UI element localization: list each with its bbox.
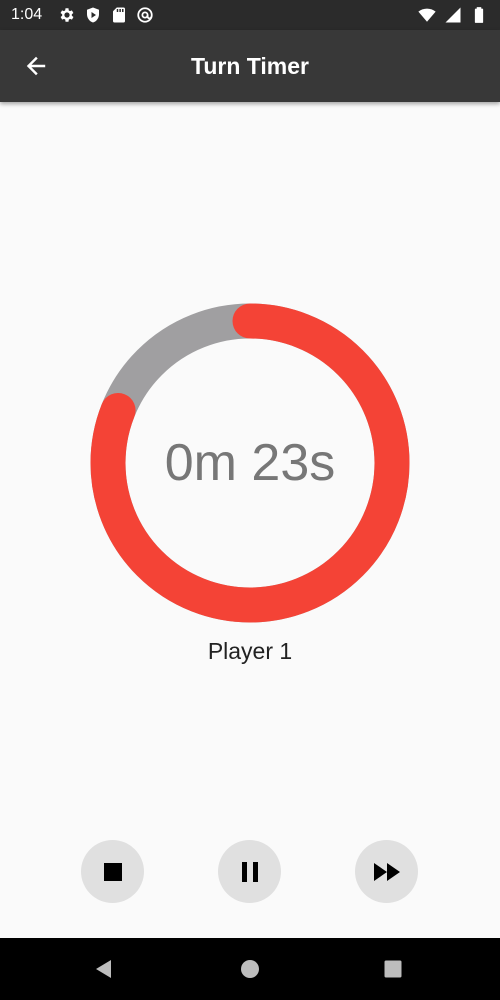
battery-icon	[474, 7, 484, 23]
timer-display: 0m 23s	[164, 434, 336, 492]
pause-button[interactable]	[218, 840, 281, 903]
arrow-left-icon	[26, 56, 46, 76]
player-name: Player 1	[207, 638, 293, 664]
pause-icon	[241, 861, 258, 882]
stop-button[interactable]	[81, 840, 144, 903]
shield-play-icon	[87, 7, 99, 23]
sd-card-icon	[113, 7, 125, 23]
nav-back-button[interactable]	[84, 949, 124, 989]
nav-home-button[interactable]	[230, 949, 270, 989]
back-triangle-icon	[96, 960, 111, 978]
back-button[interactable]	[14, 44, 58, 88]
wifi-icon	[418, 8, 436, 22]
at-sign-icon	[137, 7, 153, 23]
signal-icon	[445, 7, 461, 23]
stop-icon	[103, 862, 122, 881]
timer-ring: 0m 23s	[90, 303, 410, 623]
recents-square-icon	[384, 960, 402, 978]
screen: 1:04 Turn Timer 0m 23s Player 1	[0, 0, 500, 1000]
fast-forward-button[interactable]	[355, 840, 418, 903]
fast-forward-icon	[373, 862, 400, 881]
status-time: 1:04	[11, 6, 43, 23]
nav-recents-button[interactable]	[373, 949, 413, 989]
status-icons-right	[418, 6, 488, 24]
status-icons-left	[58, 6, 154, 24]
page-title: Turn Timer	[191, 53, 309, 79]
app-bar: Turn Timer	[0, 30, 500, 102]
status-bar: 1:04	[0, 0, 500, 30]
home-circle-icon	[241, 960, 259, 978]
navigation-bar	[0, 938, 500, 1000]
gear-icon	[60, 8, 74, 22]
